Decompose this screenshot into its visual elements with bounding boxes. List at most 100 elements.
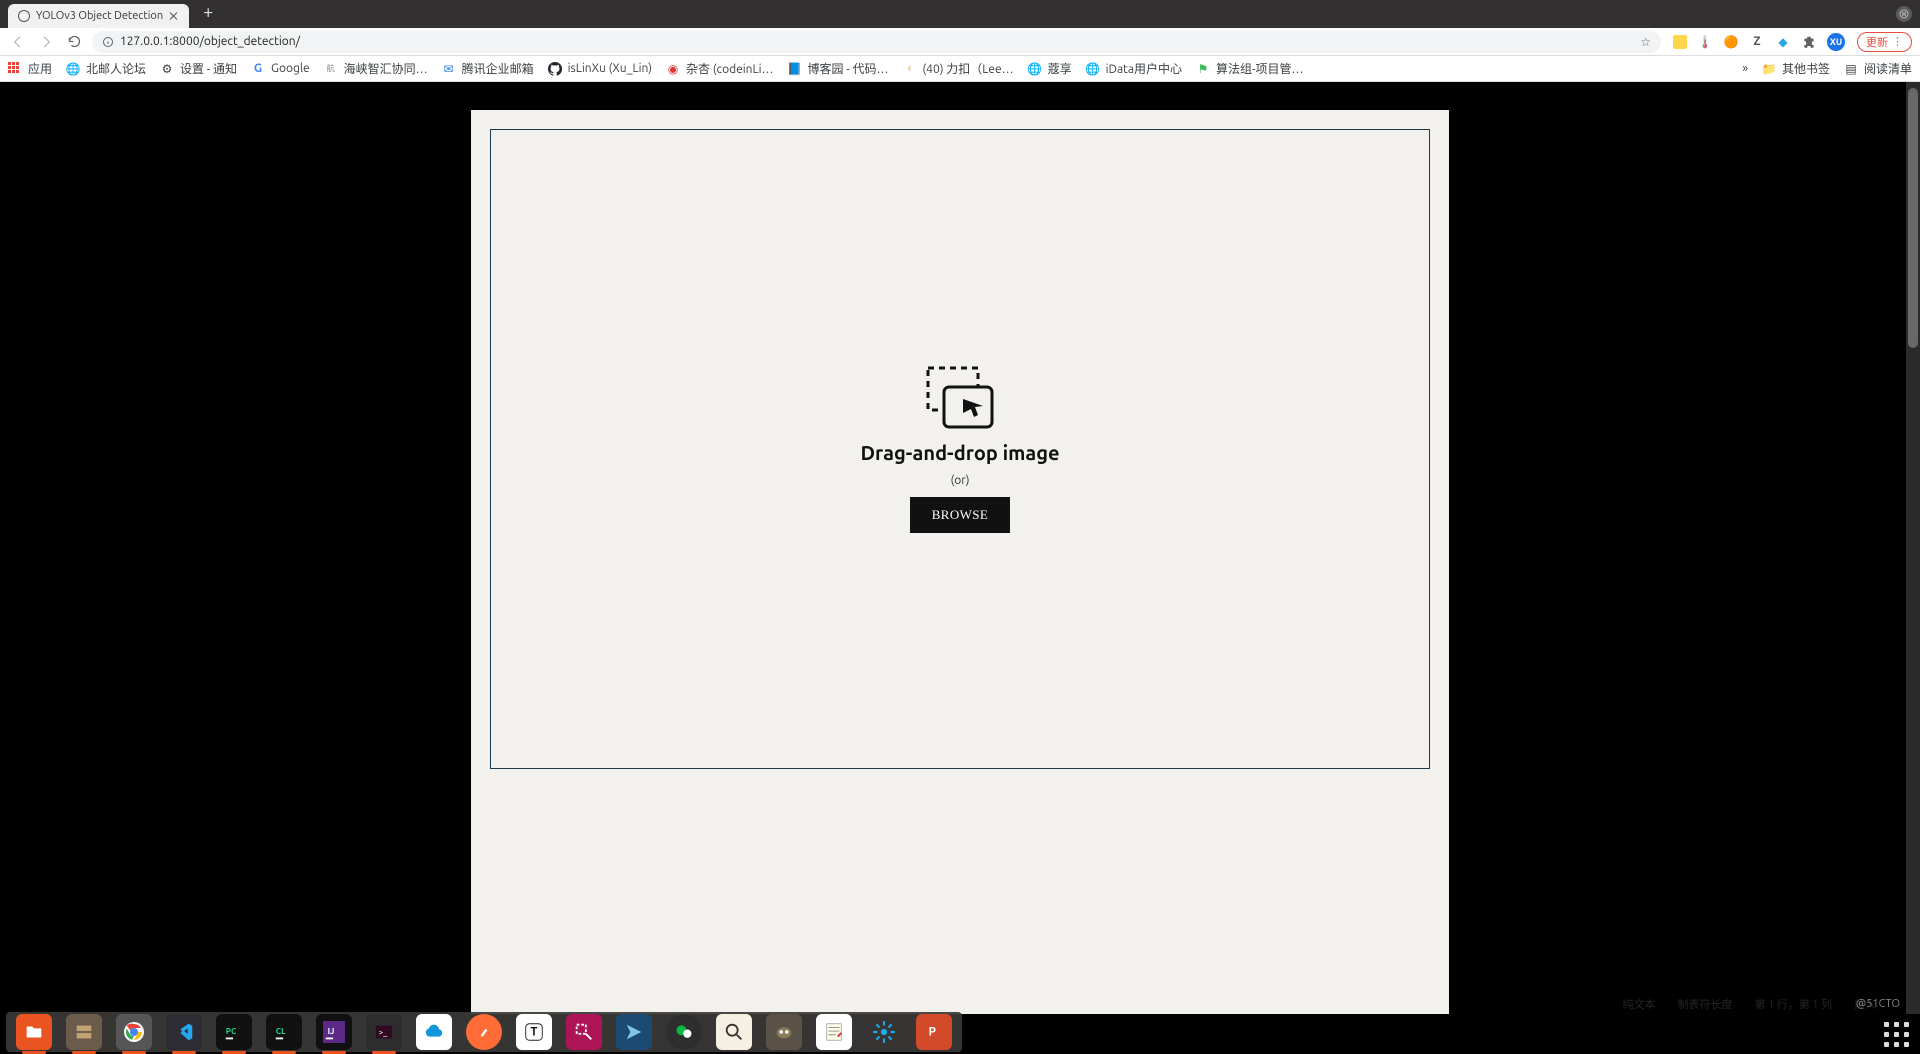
dock-app-drawer[interactable] [66,1014,102,1050]
profile-avatar[interactable]: XU [1827,33,1845,51]
scrollbar-thumb[interactable] [1908,88,1918,348]
tab-close-icon[interactable] [169,11,179,21]
bookmark-label: 海峡智汇协同… [344,60,428,77]
mail-icon: ✉ [442,62,456,76]
site-icon: 📘 [787,62,801,76]
bookmark-item[interactable]: isLinXu (Xu_Lin) [548,62,652,76]
bookmark-label: 北邮人论坛 [86,60,146,77]
bookmark-label: 蔻享 [1048,60,1072,77]
status-text: 纯文本 [1623,996,1656,1012]
svg-text:T: T [530,1026,537,1039]
bookmark-item[interactable]: GGoogle [251,62,310,76]
github-icon [548,62,562,76]
dock-app-kite[interactable] [616,1014,652,1050]
extensions-menu-icon[interactable] [1801,34,1817,50]
site-info-icon[interactable] [102,36,114,48]
globe-icon: 🌐 [1086,62,1100,76]
reload-button[interactable] [64,32,84,52]
bookmark-item[interactable]: ‹ (40) 力扣（Lee… [902,60,1013,77]
dock-app-wps[interactable]: P [916,1014,952,1050]
globe-icon: 🌐 [1028,62,1042,76]
other-bookmarks[interactable]: 📁其他书签 [1762,60,1830,77]
svg-text:PC: PC [226,1026,237,1036]
extension-icon[interactable]: Z [1749,34,1765,50]
dock-app-spark[interactable] [866,1014,902,1050]
dock-app-magnifier[interactable] [716,1014,752,1050]
dock-container: PC CL IJ >_ T [0,1014,1920,1054]
back-button[interactable] [8,32,28,52]
bookmark-item[interactable]: 航海峡智汇协同… [324,60,428,77]
apps-grid-icon [8,62,22,76]
bookmark-label: isLinXu (Xu_Lin) [568,62,652,75]
dock: PC CL IJ >_ T [6,1012,962,1052]
bookmark-item[interactable]: ⚑算法组-项目管… [1196,60,1303,77]
site-icon: ◉ [666,62,680,76]
watermark-text: @51CTO [1856,998,1900,1010]
tab-favicon [18,10,30,22]
dock-app-vscode[interactable] [166,1014,202,1050]
dock-app-cloud[interactable] [416,1014,452,1050]
bookmark-label: 设置 - 通知 [180,60,237,77]
new-tab-button[interactable]: + [197,3,219,25]
show-applications-button[interactable] [1878,1016,1914,1052]
extension-icons: 🌡️ 🟠 Z ◆ XU [1669,33,1849,51]
dock-app-typora[interactable]: T [516,1014,552,1050]
bookmark-item[interactable]: 🌐 蔻享 [1028,60,1072,77]
bookmark-item[interactable]: ⚙ 设置 - 通知 [160,60,237,77]
forward-button[interactable] [36,32,56,52]
list-icon: ▤ [1844,62,1858,76]
drop-or-text: (or) [950,474,969,487]
dock-app-pycharm[interactable]: PC [216,1014,252,1050]
bookmark-label: 腾讯企业邮箱 [462,60,534,77]
gear-icon: ⚙ [160,62,174,76]
tab-title: YOLOv3 Object Detection [36,10,163,22]
window-titlebar: YOLOv3 Object Detection + [0,0,1920,28]
apps-shortcut[interactable]: 应用 [8,60,52,77]
svg-text:CL: CL [276,1026,286,1036]
leetcode-icon: ‹ [902,62,916,76]
extension-icon[interactable] [1673,35,1687,49]
window-close-button[interactable] [1896,6,1912,22]
svg-text:IJ: IJ [328,1026,335,1036]
extension-icon[interactable]: ◆ [1775,34,1791,50]
dock-app-clion[interactable]: CL [266,1014,302,1050]
dock-app-notes[interactable] [816,1014,852,1050]
upload-card: Drag-and-drop image (or) BROWSE [471,110,1449,1014]
bookmark-item[interactable]: 🌐 iData用户中心 [1086,60,1182,77]
bookmarks-overflow-icon[interactable]: » [1742,62,1748,75]
status-text: 第 1 行，第 1 列 [1755,996,1832,1012]
update-label: 更新 [1866,34,1888,50]
browser-toolbar: 127.0.0.1:8000/object_detection/ ☆ 🌡️ 🟠 … [0,28,1920,56]
extension-icon[interactable]: 🟠 [1723,34,1739,50]
bookmark-label: (40) 力扣（Lee… [922,60,1013,77]
extension-icon[interactable]: 🌡️ [1697,34,1713,50]
bookmark-item[interactable]: ✉ 腾讯企业邮箱 [442,60,534,77]
dock-app-screenshot[interactable] [566,1014,602,1050]
update-button[interactable]: 更新 ⋮ [1857,32,1912,52]
bookmark-label: 阅读清单 [1864,60,1912,77]
bookmark-item[interactable]: ◉杂杏 (codeinLi… [666,60,773,77]
bookmark-item[interactable]: 📘博客园 - 代码… [787,60,888,77]
menu-dots-icon: ⋮ [1892,35,1903,48]
dock-app-terminal[interactable]: >_ [366,1014,402,1050]
dock-app-files[interactable] [16,1014,52,1050]
page-scrollbar[interactable] [1906,82,1920,1014]
dock-app-gimp[interactable] [766,1014,802,1050]
dock-app-postman[interactable] [466,1014,502,1050]
google-icon: G [251,62,265,76]
page-viewport: Drag-and-drop image (or) BROWSE 纯文本 制表符长… [0,82,1920,1014]
dock-app-chrome[interactable] [116,1014,152,1050]
bookmark-label: iData用户中心 [1106,60,1182,77]
site-icon: 航 [324,62,338,76]
svg-text:>_: >_ [379,1027,389,1037]
dock-app-wechat[interactable] [666,1014,702,1050]
address-bar[interactable]: 127.0.0.1:8000/object_detection/ ☆ [92,31,1661,53]
bookmark-star-icon[interactable]: ☆ [1640,35,1651,49]
bookmark-item[interactable]: 🌐 北邮人论坛 [66,60,146,77]
browse-button[interactable]: BROWSE [910,497,1011,533]
reading-list[interactable]: ▤ 阅读清单 [1844,60,1912,77]
globe-icon: 🌐 [66,62,80,76]
browser-tab[interactable]: YOLOv3 Object Detection [8,4,189,28]
drop-zone[interactable]: Drag-and-drop image (or) BROWSE [490,129,1430,769]
dock-app-intellij[interactable]: IJ [316,1014,352,1050]
